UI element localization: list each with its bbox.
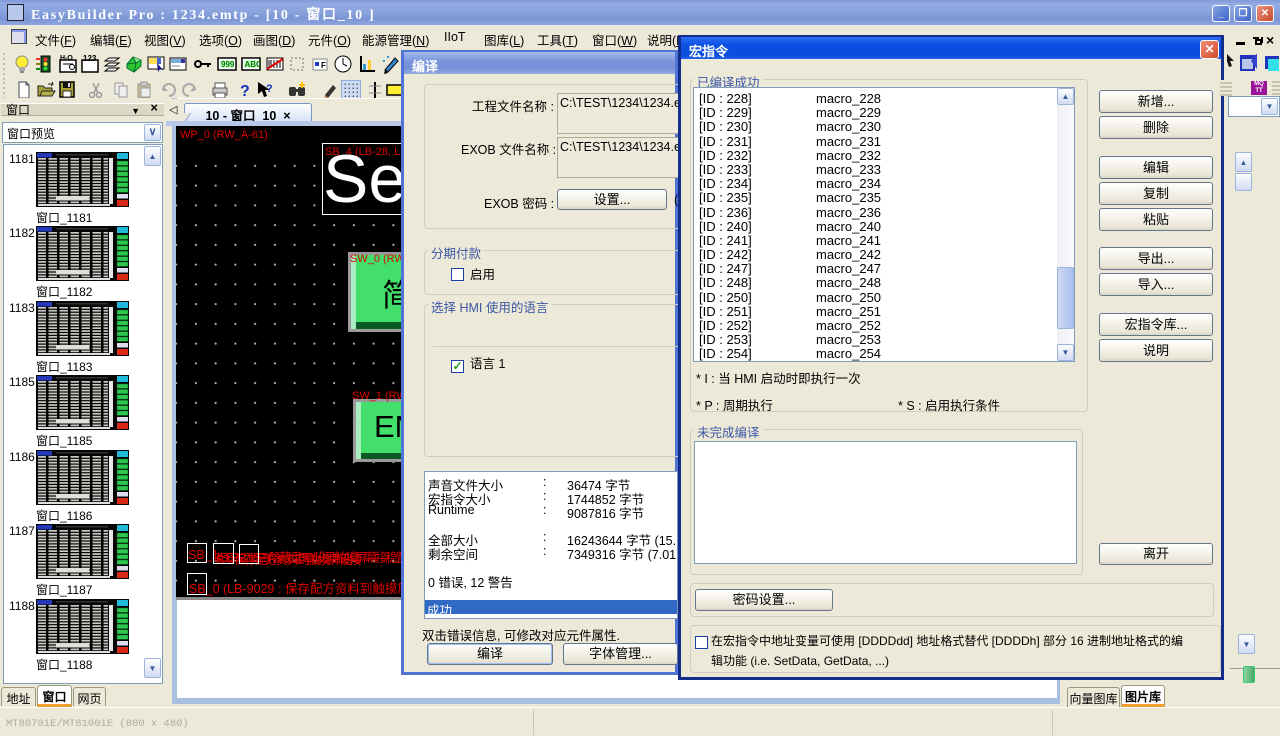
svg-text:?: ?	[266, 83, 273, 95]
svg-text:H-O: H-O	[60, 55, 73, 62]
svg-text:999: 999	[221, 60, 235, 69]
svg-text:ABC: ABC	[245, 60, 262, 69]
svg-text:F: F	[321, 61, 326, 70]
svg-text:123: 123	[83, 54, 97, 63]
